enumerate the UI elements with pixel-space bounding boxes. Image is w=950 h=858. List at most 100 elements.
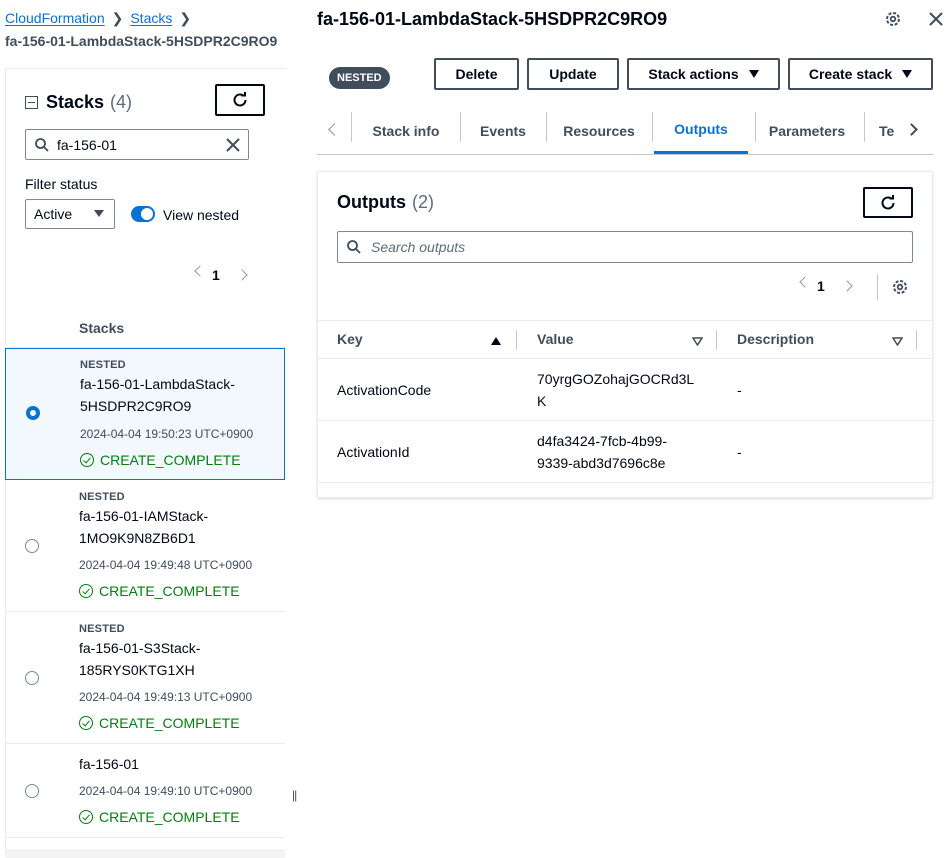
stacks-refresh-button[interactable] [215, 84, 265, 116]
table-settings-gear-icon[interactable] [891, 278, 909, 296]
outputs-title: Outputs [337, 192, 406, 212]
stack-created-time: 2024-04-04 19:50:23 UTC+0900 [80, 427, 254, 441]
stack-created-time: 2024-04-04 19:49:10 UTC+0900 [79, 784, 253, 798]
output-description: - [737, 444, 742, 460]
outputs-header: Outputs (2) [337, 192, 434, 213]
breadcrumb-stacks-link[interactable]: Stacks [130, 10, 172, 26]
caret-down-icon [94, 210, 104, 217]
success-icon [80, 453, 94, 467]
settings-gear-icon[interactable] [884, 10, 902, 28]
tab-separator [351, 112, 352, 142]
page-title: fa-156-01-LambdaStack-5HSDPR2C9RO9 [317, 9, 668, 29]
outputs-search-input[interactable]: Search outputs [337, 231, 913, 263]
tabs-scroll-left-icon[interactable] [328, 121, 341, 137]
nested-badge: NESTED [329, 67, 390, 89]
detail-tabs: Stack info Events Resources Outputs Para… [317, 107, 933, 155]
pagination-divider [877, 274, 878, 300]
stacks-search-input[interactable]: fa-156-01 [25, 129, 249, 160]
breadcrumb-separator-icon: ❯ [111, 10, 124, 26]
sort-descending-icon[interactable] [692, 337, 703, 346]
stack-row[interactable]: NESTED fa-156-01-IAMStack- 1MO9K9N8ZB6D1 … [5, 480, 285, 612]
update-button[interactable]: Update [527, 58, 619, 90]
breadcrumb: CloudFormation ❯ Stacks ❯ [5, 10, 198, 27]
chevron-right-icon[interactable] [236, 269, 248, 281]
breadcrumb-separator-icon: ❯ [179, 10, 192, 26]
stack-row[interactable]: NESTED fa-156-01-LambdaStack- 5HSDPR2C9RO… [5, 348, 285, 480]
stack-status: CREATE_COMPLETE [80, 452, 241, 468]
chevron-left-icon[interactable] [799, 276, 811, 288]
search-icon [347, 240, 361, 254]
stack-name: fa-156-01 [79, 756, 139, 772]
tab-template[interactable]: Te [879, 107, 909, 154]
stack-row-radio[interactable] [25, 671, 39, 685]
stack-row[interactable]: NESTED fa-156-01-S3Stack- 185RYS0KTG1XH 2… [5, 612, 285, 744]
stack-name: fa-156-01-S3Stack- 185RYS0KTG1XH [79, 640, 201, 678]
stack-nested-badge: NESTED [80, 359, 126, 371]
stack-row[interactable]: fa-156-01 2024-04-04 19:49:10 UTC+0900 C… [5, 744, 285, 838]
sort-ascending-icon[interactable] [491, 337, 501, 345]
column-resizer[interactable] [516, 330, 517, 350]
breadcrumb-current: fa-156-01-LambdaStack-5HSDPR2C9RO9 [5, 33, 278, 49]
create-stack-button[interactable]: Create stack [788, 58, 933, 90]
caret-down-icon [902, 70, 913, 78]
column-resizer[interactable] [916, 330, 917, 350]
tab-events[interactable]: Events [467, 107, 539, 154]
column-header-key[interactable]: Key [337, 331, 363, 347]
stacks-column-header[interactable]: Stacks [79, 320, 124, 336]
table-row: ActivationId d4fa3424-7fcb-4b99- 9339-abd… [317, 421, 933, 483]
chevron-left-icon[interactable] [194, 265, 206, 277]
stack-status: CREATE_COMPLETE [79, 715, 240, 731]
success-icon [79, 584, 93, 598]
stacks-pagination: 1 [194, 265, 248, 283]
stack-actions-button[interactable]: Stack actions [627, 58, 780, 90]
stack-row-radio[interactable] [25, 784, 39, 798]
close-icon[interactable] [927, 10, 945, 28]
output-value: d4fa3424-7fcb-4b99- 9339-abd3d7696c8e [537, 433, 667, 471]
tab-stack-info[interactable]: Stack info [359, 107, 453, 154]
resize-handle-icon[interactable]: || [292, 788, 297, 802]
tab-resources[interactable]: Resources [553, 107, 645, 154]
column-header-value[interactable]: Value [537, 331, 574, 347]
outputs-page-number[interactable]: 1 [817, 278, 825, 294]
output-value: 70yrgGOZohajGOCRd3L K [537, 371, 695, 409]
output-key: ActivationCode [337, 382, 432, 398]
stack-name: fa-156-01-IAMStack- 1MO9K9N8ZB6D1 [79, 508, 209, 546]
collapse-icon[interactable] [25, 96, 38, 109]
delete-button[interactable]: Delete [434, 58, 519, 90]
filter-status-value: Active [34, 206, 73, 222]
stack-name: fa-156-01-LambdaStack- 5HSDPR2C9RO9 [80, 376, 235, 414]
chevron-right-icon[interactable] [841, 280, 853, 292]
clear-icon[interactable] [224, 136, 242, 154]
search-icon [35, 137, 49, 152]
stacks-header: Stacks (4) [25, 92, 132, 113]
tabs-scroll-right-icon[interactable] [905, 121, 918, 137]
refresh-icon [881, 194, 895, 209]
stack-row-radio[interactable] [26, 406, 40, 420]
stack-created-time: 2024-04-04 19:49:13 UTC+0900 [79, 690, 253, 704]
output-key: ActivationId [337, 444, 410, 460]
success-icon [79, 716, 93, 730]
outputs-search-placeholder: Search outputs [371, 239, 466, 255]
stack-status: CREATE_COMPLETE [79, 809, 240, 825]
breadcrumb-cloudformation-link[interactable]: CloudFormation [5, 10, 105, 26]
tab-outputs[interactable]: Outputs [654, 107, 748, 154]
view-nested-toggle[interactable] [131, 206, 155, 222]
column-header-description[interactable]: Description [737, 331, 814, 347]
filter-status-select[interactable]: Active [25, 199, 115, 229]
refresh-icon [233, 92, 247, 107]
stack-nested-badge: NESTED [79, 623, 125, 635]
caret-down-icon [748, 70, 759, 78]
stack-row-radio[interactable] [25, 539, 39, 553]
outputs-refresh-button[interactable] [863, 187, 913, 218]
tab-parameters[interactable]: Parameters [762, 107, 852, 154]
tab-separator [546, 112, 547, 142]
outputs-table-header: Key Value Description [317, 320, 933, 359]
column-resizer[interactable] [716, 330, 717, 350]
sort-descending-icon[interactable] [892, 337, 903, 346]
tab-separator [755, 112, 756, 142]
stack-created-time: 2024-04-04 19:49:48 UTC+0900 [79, 558, 253, 572]
panel-bottom-edge [5, 850, 285, 858]
tab-separator [652, 112, 653, 142]
stacks-list-header: Stacks [5, 310, 285, 348]
stacks-page-number[interactable]: 1 [212, 267, 220, 283]
